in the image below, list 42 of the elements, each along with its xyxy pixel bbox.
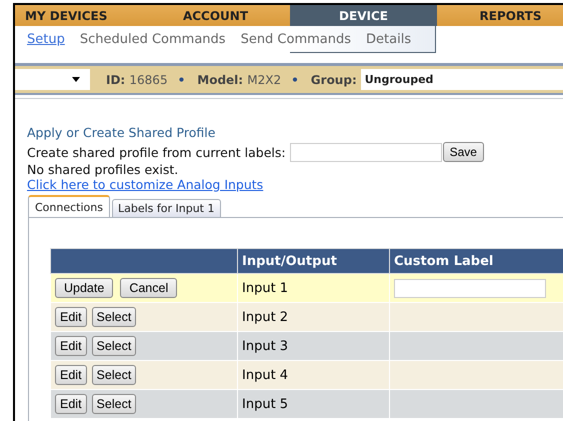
- device-info: Model: M2X2: [197, 72, 282, 86]
- submenu-link[interactable]: Send Commands: [240, 32, 352, 47]
- row-button[interactable]: Edit: [55, 365, 87, 385]
- separator-dot: •: [178, 72, 186, 86]
- table-cell: Input 1: [238, 274, 390, 302]
- group-field[interactable]: Ungrouped: [360, 69, 563, 90]
- save-button[interactable]: Save: [442, 142, 484, 162]
- column-header: Custom Label: [390, 248, 563, 274]
- section-heading: Apply or Create Shared Profile: [27, 125, 216, 140]
- device-dropdown[interactable]: [15, 69, 90, 90]
- nav-tab[interactable]: ACCOUNT: [141, 5, 290, 26]
- group-label: Group:: [310, 72, 357, 86]
- submenu-link[interactable]: Details: [366, 32, 412, 47]
- nav-tab[interactable]: MY DEVICES: [15, 5, 141, 26]
- row-button[interactable]: Cancel: [120, 278, 178, 298]
- row-button[interactable]: Select: [92, 394, 136, 414]
- custom-label-field[interactable]: [394, 278, 546, 298]
- field-label: Create shared profile from current labels:: [27, 144, 286, 160]
- submenu-link[interactable]: Setup: [27, 32, 65, 47]
- column-header: Input/Output: [238, 248, 390, 274]
- caret-icon: [72, 77, 80, 82]
- table-cell: Input 2: [238, 302, 390, 332]
- nav-tab[interactable]: REPORTS: [437, 5, 563, 26]
- tab[interactable]: Labels for Input 1: [112, 199, 220, 217]
- row-button[interactable]: Select: [92, 365, 136, 385]
- table-cell: Input 4: [238, 360, 390, 390]
- customize-link[interactable]: Click here to customize Analog Inputs: [27, 177, 264, 192]
- tab[interactable]: Connections: [28, 195, 110, 217]
- row-button[interactable]: Select: [92, 336, 136, 356]
- table-cell: Input 3: [238, 332, 390, 360]
- row-button[interactable]: Edit: [55, 336, 87, 356]
- row-button[interactable]: Edit: [55, 394, 87, 414]
- row-button[interactable]: Select: [92, 307, 136, 327]
- profile-name-field[interactable]: [290, 142, 442, 162]
- table-cell: Input 5: [238, 390, 390, 418]
- submenu-link[interactable]: Scheduled Commands: [80, 32, 226, 47]
- status-message: No shared profiles exist.: [27, 162, 180, 177]
- row-button[interactable]: Edit: [55, 307, 87, 327]
- row-button[interactable]: Update: [55, 278, 114, 298]
- separator-dot: •: [291, 72, 299, 86]
- nav-tab[interactable]: DEVICE: [290, 5, 437, 26]
- device-info: ID: 16865: [106, 72, 168, 86]
